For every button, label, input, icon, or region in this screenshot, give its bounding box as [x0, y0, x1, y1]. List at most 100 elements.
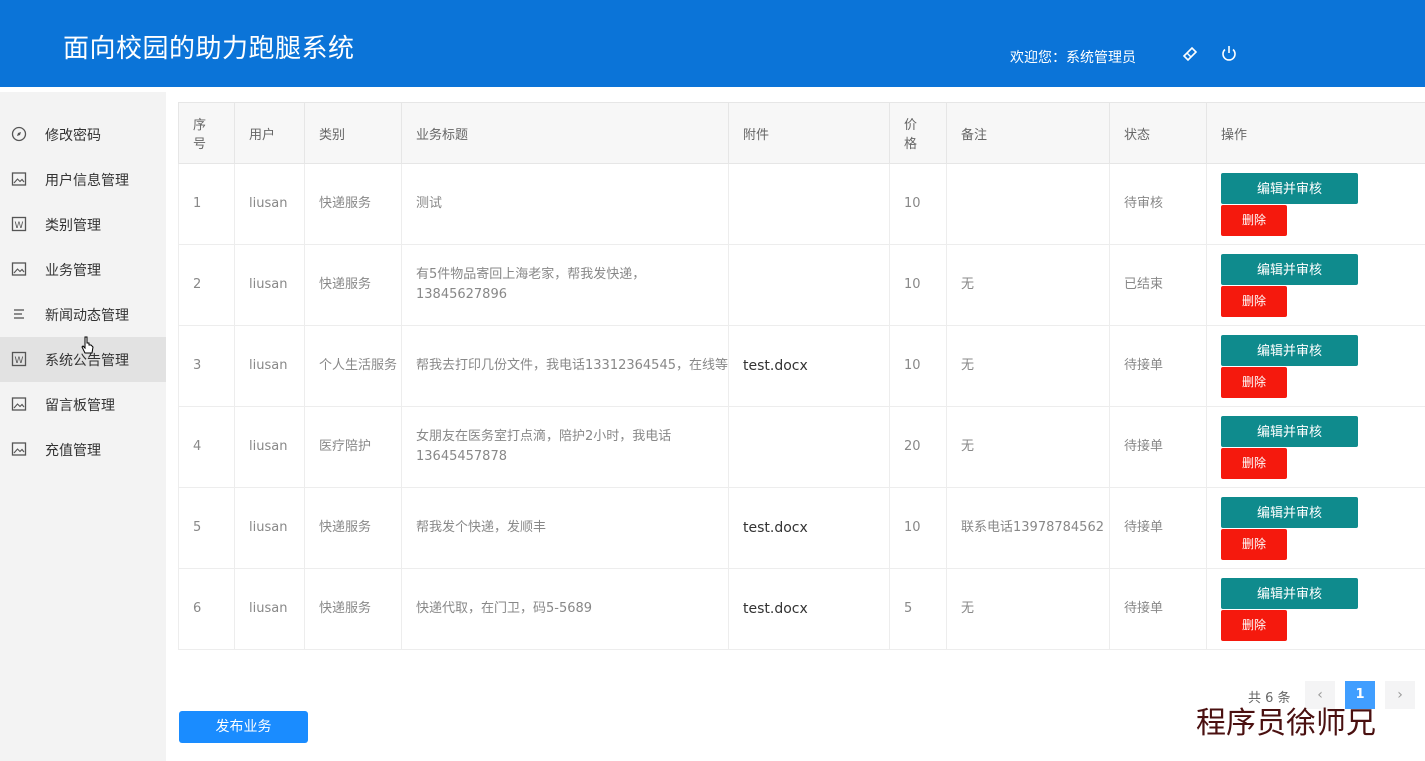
cell-note: 无 — [946, 406, 1110, 488]
delete-button[interactable]: 删除 — [1221, 285, 1287, 317]
cell-actions: 编辑并审核 删除 — [1206, 163, 1425, 245]
table-row: 2 liusan 快递服务 有5件物品寄回上海老家，帮我发快递，13845627… — [178, 244, 1425, 326]
cell-status: 待接单 — [1109, 487, 1207, 569]
sidebar: 修改密码 用户信息管理 W 类别管理 业务管理 新闻动态管理 W 系统公告管理 … — [0, 92, 166, 761]
mouse-cursor-icon — [81, 336, 94, 354]
cell-price: 10 — [889, 244, 947, 326]
sidebar-item-label: 用户信息管理 — [45, 173, 129, 189]
sidebar-item-business-management[interactable]: 业务管理 — [0, 247, 166, 292]
sidebar-item-label: 业务管理 — [45, 263, 101, 279]
delete-button[interactable]: 删除 — [1221, 447, 1287, 479]
delete-button[interactable]: 删除 — [1221, 366, 1287, 398]
edit-review-button[interactable]: 编辑并审核 — [1221, 577, 1358, 609]
sidebar-item-label: 新闻动态管理 — [45, 308, 129, 324]
top-header: 面向校园的助力跑腿系统 欢迎您：系统管理员 — [0, 0, 1425, 87]
delete-button[interactable]: 删除 — [1221, 609, 1287, 641]
column-header: 价格 — [889, 102, 947, 164]
next-page-button[interactable]: › — [1385, 681, 1415, 709]
cell-attachment[interactable]: test.docx — [728, 325, 890, 407]
image-icon — [11, 262, 27, 276]
cell-status: 待审核 — [1109, 163, 1207, 245]
cell-attachment[interactable]: test.docx — [728, 568, 890, 650]
column-header: 类别 — [304, 102, 402, 164]
cell-user: liusan — [234, 325, 305, 407]
cell-no: 1 — [178, 163, 235, 245]
edit-review-button[interactable]: 编辑并审核 — [1221, 172, 1358, 204]
image-icon — [11, 397, 27, 411]
cell-no: 3 — [178, 325, 235, 407]
sidebar-item-label: 充值管理 — [45, 443, 101, 459]
cell-note: 无 — [946, 568, 1110, 650]
cell-no: 4 — [178, 406, 235, 488]
sidebar-item-change-password[interactable]: 修改密码 — [0, 112, 166, 157]
edit-review-button[interactable]: 编辑并审核 — [1221, 415, 1358, 447]
cell-user: liusan — [234, 406, 305, 488]
edit-review-button[interactable]: 编辑并审核 — [1221, 496, 1358, 528]
skin-icon[interactable] — [1180, 44, 1200, 64]
cell-user: liusan — [234, 487, 305, 569]
delete-button[interactable]: 删除 — [1221, 528, 1287, 560]
cell-status: 已结束 — [1109, 244, 1207, 326]
cell-category: 医疗陪护 — [304, 406, 402, 488]
cell-title: 帮我去打印几份文件，我电话13312364545，在线等 — [401, 325, 729, 407]
cell-note: 联系电话13978784562 — [946, 487, 1110, 569]
edit-review-button[interactable]: 编辑并审核 — [1221, 334, 1358, 366]
column-header: 用户 — [234, 102, 305, 164]
cell-attachment[interactable]: test.docx — [728, 487, 890, 569]
cell-title: 快递代取，在门卫，码5-5689 — [401, 568, 729, 650]
word-icon: W — [11, 351, 27, 367]
cell-no: 2 — [178, 244, 235, 326]
column-header: 序号 — [178, 102, 235, 164]
cell-status: 待接单 — [1109, 568, 1207, 650]
column-header: 状态 — [1109, 102, 1207, 164]
publish-business-button[interactable]: 发布业务 — [179, 711, 308, 743]
sidebar-item-user-management[interactable]: 用户信息管理 — [0, 157, 166, 202]
sidebar-item-recharge-management[interactable]: 充值管理 — [0, 427, 166, 472]
cell-actions: 编辑并审核 删除 — [1206, 325, 1425, 407]
sidebar-item-message-board[interactable]: 留言板管理 — [0, 382, 166, 427]
column-header: 附件 — [728, 102, 890, 164]
cell-category: 快递服务 — [304, 487, 402, 569]
cell-actions: 编辑并审核 删除 — [1206, 244, 1425, 326]
cell-user: liusan — [234, 163, 305, 245]
cell-price: 20 — [889, 406, 947, 488]
delete-button[interactable]: 删除 — [1221, 204, 1287, 236]
cell-no: 6 — [178, 568, 235, 650]
column-header: 操作 — [1206, 102, 1425, 164]
cell-title: 测试 — [401, 163, 729, 245]
cell-attachment[interactable] — [728, 244, 890, 326]
cell-attachment[interactable] — [728, 406, 890, 488]
table-row: 1 liusan 快递服务 测试 10 待审核 编辑并审核 删除 — [178, 163, 1425, 245]
cell-attachment[interactable] — [728, 163, 890, 245]
power-icon[interactable] — [1219, 44, 1239, 64]
app-title: 面向校园的助力跑腿系统 — [63, 34, 355, 64]
edit-review-button[interactable]: 编辑并审核 — [1221, 253, 1358, 285]
sidebar-item-news-management[interactable]: 新闻动态管理 — [0, 292, 166, 337]
cell-user: liusan — [234, 244, 305, 326]
image-icon — [11, 172, 27, 186]
cell-note — [946, 163, 1110, 245]
svg-text:W: W — [15, 221, 24, 231]
cell-price: 10 — [889, 325, 947, 407]
sidebar-item-label: 类别管理 — [45, 218, 101, 234]
column-header: 备注 — [946, 102, 1110, 164]
watermark-text: 程序员徐师兄 — [1196, 706, 1376, 741]
cell-title: 女朋友在医务室打点滴，陪护2小时，我电话13645457878 — [401, 406, 729, 488]
business-table: 序号 用户 类别 业务标题 附件 价格 备注 状态 操作 1 liusan 快递… — [178, 102, 1425, 650]
cell-price: 5 — [889, 568, 947, 650]
cell-actions: 编辑并审核 删除 — [1206, 487, 1425, 569]
svg-text:W: W — [15, 356, 24, 366]
cell-category: 快递服务 — [304, 163, 402, 245]
cell-category: 快递服务 — [304, 568, 402, 650]
cell-status: 待接单 — [1109, 406, 1207, 488]
sidebar-item-label: 修改密码 — [45, 128, 101, 144]
sidebar-item-category-management[interactable]: W 类别管理 — [0, 202, 166, 247]
cell-category: 个人生活服务 — [304, 325, 402, 407]
cell-note: 无 — [946, 325, 1110, 407]
list-icon — [14, 309, 24, 319]
cell-title: 有5件物品寄回上海老家，帮我发快递，13845627896 — [401, 244, 729, 326]
table-row: 4 liusan 医疗陪护 女朋友在医务室打点滴，陪护2小时，我电话136454… — [178, 406, 1425, 488]
cell-status: 待接单 — [1109, 325, 1207, 407]
cell-no: 5 — [178, 487, 235, 569]
column-header: 业务标题 — [401, 102, 729, 164]
